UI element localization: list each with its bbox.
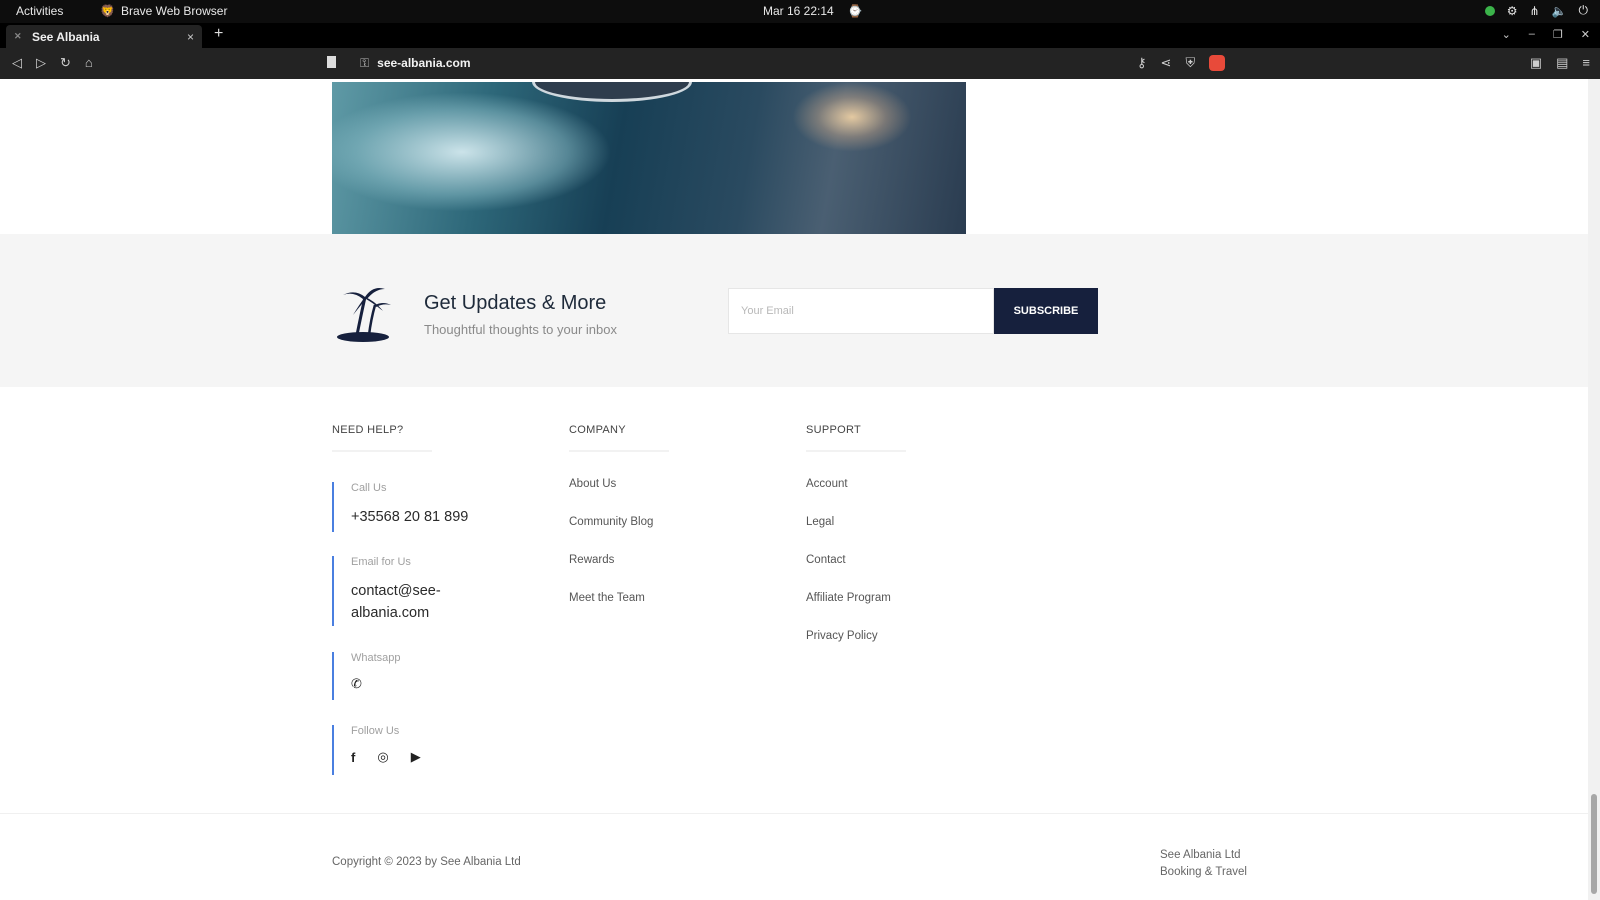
call-us-block: Call Us +35568 20 81 899 [332, 482, 468, 532]
system-tray[interactable]: ⚙ ⋔ 🔈 ⏻ [1484, 3, 1589, 18]
reload-icon[interactable]: ↻ [60, 55, 71, 71]
tab-strip: ✕ See Albania × [0, 23, 1600, 48]
toolbar-extras: ▣ ▤ ≡ [1530, 55, 1590, 71]
instagram-icon[interactable]: ◎ [377, 749, 388, 765]
maximize-icon[interactable]: ❐ [1553, 28, 1563, 41]
sun-reflection [792, 82, 912, 152]
power-icon: ⏻ [1578, 3, 1589, 17]
wave-foam [332, 92, 612, 212]
boat-wake-image [332, 82, 966, 234]
page-scrollbar[interactable] [1588, 79, 1600, 900]
settings-icon: ⚙ [1506, 3, 1518, 18]
brave-lion-icon: 🦁 [100, 4, 115, 18]
bookmark-icon[interactable] [327, 56, 336, 68]
company-info: See Albania Ltd Booking & Travel [1160, 847, 1247, 881]
follow-us-block: Follow Us f ◎ ▶ [332, 725, 421, 775]
address-bar[interactable]: ⚿ see-albania.com [360, 56, 471, 71]
app-menu[interactable]: 🦁 Brave Web Browser [100, 4, 227, 18]
company-underline [569, 450, 669, 452]
sidebar-icon[interactable]: ▣ [1530, 55, 1542, 71]
forward-icon[interactable]: ▷ [36, 55, 46, 71]
home-icon[interactable]: ⌂ [85, 55, 93, 71]
datetime: Mar 16 22:14 [763, 4, 834, 18]
email-address[interactable]: contact@see-albania.com [351, 580, 482, 624]
palm-tree-island-icon [337, 288, 391, 342]
whatsapp-label: Whatsapp [351, 652, 401, 664]
network-icon: ⋔ [1529, 3, 1540, 18]
key-icon[interactable]: ⚷ [1137, 55, 1147, 71]
follow-us-label: Follow Us [351, 725, 400, 737]
volume-icon: 🔈 [1551, 3, 1567, 18]
boat [532, 82, 692, 102]
close-tab-icon[interactable]: × [187, 30, 194, 44]
clock[interactable]: Mar 16 22:14 ⌚ [763, 4, 863, 18]
menu-icon[interactable]: ≡ [1582, 55, 1590, 71]
call-us-label: Call Us [351, 482, 387, 494]
company-name: See Albania Ltd [1160, 849, 1241, 861]
brave-rewards-icon[interactable] [1209, 55, 1226, 71]
need-help-column: NEED HELP? [332, 424, 432, 452]
need-help-underline [332, 450, 432, 452]
app-name: Brave Web Browser [120, 4, 228, 18]
tab-list-icon[interactable]: ⌄ [1502, 28, 1511, 41]
share-icon[interactable]: ⋖ [1161, 55, 1172, 71]
affiliate-program-link[interactable]: Affiliate Program [806, 592, 906, 630]
community-blog-link[interactable]: Community Blog [569, 516, 669, 554]
support-column: SUPPORT Account Legal Contact Affiliate … [806, 424, 906, 668]
minimize-icon[interactable]: – [1529, 28, 1535, 41]
tab-title: See Albania [32, 29, 100, 44]
url-text: see-albania.com [377, 56, 471, 70]
meet-the-team-link[interactable]: Meet the Team [569, 592, 669, 630]
footer-divider [0, 813, 1588, 814]
system-top-bar: Activities 🦁 Brave Web Browser Mar 16 22… [0, 0, 1600, 23]
phone-number[interactable]: +35568 20 81 899 [351, 506, 468, 528]
whatsapp-icon[interactable]: ✆ [351, 676, 362, 692]
new-tab-button[interactable]: + [214, 25, 223, 43]
back-icon[interactable]: ◁ [12, 55, 22, 71]
about-us-link[interactable]: About Us [569, 478, 669, 516]
newsletter-subtitle: Thoughtful thoughts to your inbox [424, 322, 617, 337]
notification-icon: ⌚ [847, 4, 863, 18]
tab-see-albania[interactable]: ✕ See Albania × [6, 25, 202, 48]
brave-shields-icon[interactable]: ⛨ [1185, 55, 1195, 71]
email-block: Email for Us contact@see-albania.com [332, 556, 482, 626]
privacy-policy-link[interactable]: Privacy Policy [806, 630, 906, 668]
email-label: Email for Us [351, 556, 411, 568]
contact-link[interactable]: Contact [806, 554, 906, 592]
site-favicon-icon: ✕ [14, 31, 22, 41]
web-page: Get Updates & More Thoughtful thoughts t… [0, 79, 1588, 900]
lock-icon[interactable]: ⚿ [360, 56, 369, 71]
browser-toolbar: ◁ ▷ ↻ ⌂ ⚿ see-albania.com ⚷ ⋖ ⛨ ▣ ▤ ≡ [0, 48, 1600, 79]
newsletter-title: Get Updates & More [424, 292, 607, 314]
window-controls: ⌄ – ❐ ✕ [1502, 28, 1590, 41]
need-help-title: NEED HELP? [332, 424, 404, 436]
subscribe-button[interactable]: SUBSCRIBE [994, 288, 1098, 334]
rewards-link[interactable]: Rewards [569, 554, 669, 592]
youtube-icon[interactable]: ▶ [411, 749, 421, 765]
newsletter-section: Get Updates & More Thoughtful thoughts t… [0, 234, 1588, 387]
support-underline [806, 450, 906, 452]
company-tagline: Booking & Travel [1160, 866, 1247, 878]
activities-button[interactable]: Activities [16, 4, 63, 18]
company-title: COMPANY [569, 424, 626, 436]
company-links: About Us Community Blog Rewards Meet the… [569, 478, 669, 630]
toolbar-actions: ⚷ ⋖ ⛨ [1137, 55, 1226, 71]
close-window-icon[interactable]: ✕ [1581, 28, 1590, 41]
support-links: Account Legal Contact Affiliate Program … [806, 478, 906, 668]
legal-link[interactable]: Legal [806, 516, 906, 554]
company-column: COMPANY About Us Community Blog Rewards … [569, 424, 669, 630]
support-title: SUPPORT [806, 424, 862, 436]
whatsapp-links: ✆ [351, 676, 401, 692]
status-indicator-icon [1484, 5, 1495, 16]
whatsapp-block: Whatsapp ✆ [332, 652, 401, 700]
nav-buttons: ◁ ▷ ↻ ⌂ [12, 55, 93, 71]
copyright-text: Copyright © 2023 by See Albania Ltd [332, 856, 521, 868]
wallet-icon[interactable]: ▤ [1556, 55, 1568, 71]
facebook-icon[interactable]: f [351, 750, 355, 765]
email-input[interactable] [728, 288, 994, 334]
scrollbar-thumb[interactable] [1591, 794, 1597, 894]
social-links: f ◎ ▶ [351, 749, 421, 765]
account-link[interactable]: Account [806, 478, 906, 516]
